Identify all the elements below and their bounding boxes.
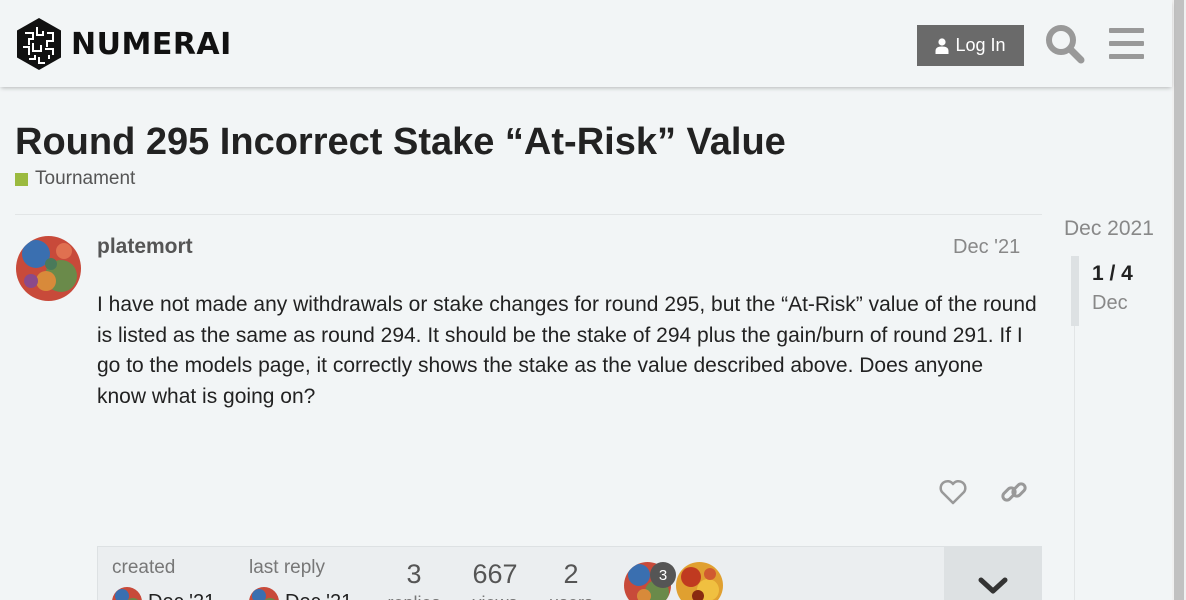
topic-map-expand-button[interactable] [944,546,1042,600]
site-header: NUMERAI Log In [0,0,1172,87]
last-reply-date: Dec '21 [285,591,352,600]
user-icon [935,37,949,54]
replies-label: replies [374,593,454,600]
views-count: 667 [472,559,518,589]
topic-map: created Dec '21 last reply Dec '21 3 rep… [97,546,945,600]
post-username[interactable]: platemort [97,235,193,259]
created-info[interactable]: Dec '21 [112,587,215,600]
category-name: Tournament [35,168,136,189]
scrollbar-thumb[interactable] [1174,0,1184,600]
numerai-logo[interactable]: NUMERAI [15,17,232,71]
heart-icon [939,479,967,505]
login-button[interactable]: Log In [917,25,1024,66]
page-scrollbar[interactable] [1172,0,1186,600]
post-body: I have not made any withdrawals or stake… [97,293,1037,408]
created-label: created [112,557,176,578]
link-icon [1001,482,1027,502]
avatar [112,587,142,600]
timeline-position: 1 / 4 [1092,262,1133,285]
created-date: Dec '21 [148,591,215,600]
participant-avatar[interactable] [676,562,723,600]
like-button[interactable] [937,476,969,508]
timeline-start-date[interactable]: Dec 2021 [1064,217,1154,241]
topic-title[interactable]: Round 295 Incorrect Stake “At-Risk” Valu… [15,121,786,164]
hamburger-menu-icon[interactable] [1104,22,1148,66]
users-count: 2 [563,559,579,589]
share-link-button[interactable] [998,476,1030,508]
last-reply-info[interactable]: Dec '21 [249,587,352,600]
search-icon[interactable] [1043,22,1087,66]
views-label: views [455,593,535,600]
replies-count: 3 [406,559,422,589]
avatar[interactable] [16,236,81,301]
last-reply-label: last reply [249,557,326,578]
timeline-current-date: Dec [1092,292,1128,314]
login-label: Log In [955,35,1006,55]
category-badge[interactable]: Tournament [15,168,135,190]
post-date[interactable]: Dec '21 [953,236,1020,259]
timeline-scroller-handle[interactable] [1071,256,1079,326]
numerai-logo-icon [17,18,61,70]
avatar [249,587,279,600]
users-label: users [531,593,611,600]
logo-text: NUMERAI [71,26,232,62]
participant-post-count: 3 [650,562,676,588]
category-color-swatch [15,172,28,186]
chevron-down-icon [978,577,1008,594]
divider [15,214,1042,215]
